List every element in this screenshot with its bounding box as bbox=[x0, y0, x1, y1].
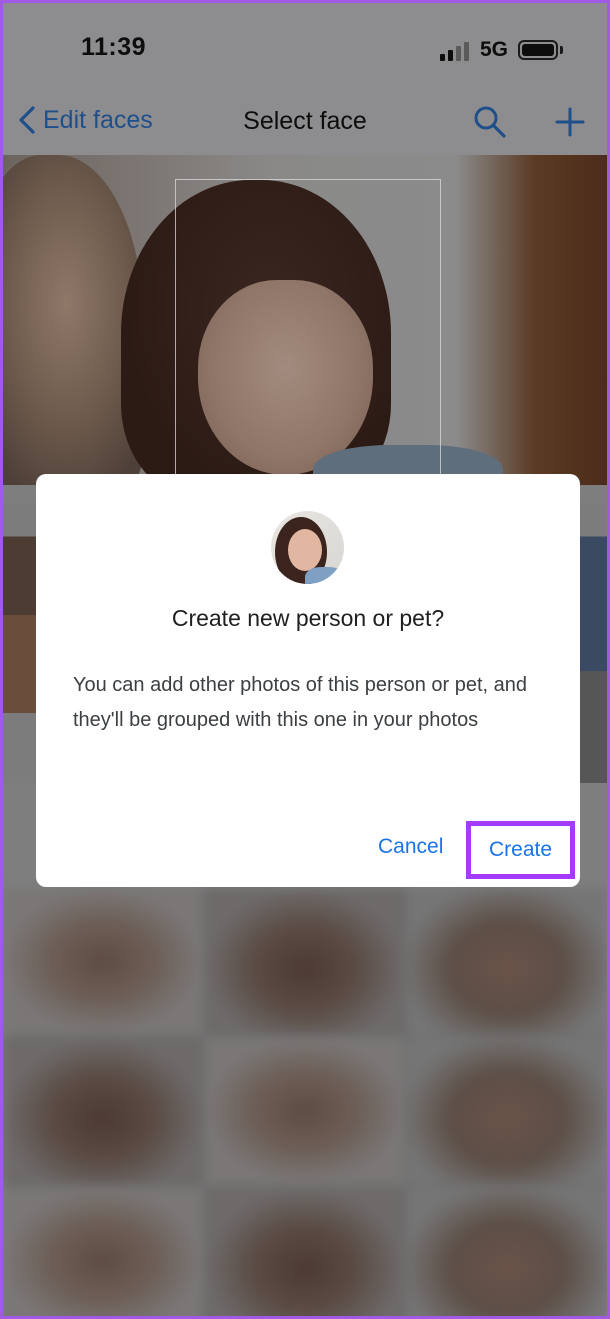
face-thumbnail[interactable] bbox=[205, 1188, 405, 1316]
dialog-title: Create new person or pet? bbox=[171, 605, 445, 631]
battery-tip bbox=[560, 46, 563, 54]
nav-bar: Edit faces Select face bbox=[3, 93, 607, 155]
avatar bbox=[271, 511, 344, 584]
face-thumbnail[interactable] bbox=[408, 1038, 607, 1184]
cancel-button[interactable]: Cancel bbox=[378, 835, 443, 859]
status-time: 11:39 bbox=[81, 33, 147, 61]
face-thumbnail[interactable] bbox=[3, 1188, 202, 1316]
plus-icon[interactable] bbox=[555, 107, 585, 137]
network-type: 5G bbox=[480, 38, 509, 61]
face-thumbnail[interactable] bbox=[408, 1188, 607, 1316]
search-icon[interactable] bbox=[473, 105, 507, 139]
face-thumbnail[interactable] bbox=[3, 888, 202, 1034]
face-thumbnail[interactable] bbox=[408, 888, 607, 1034]
face-thumbnail[interactable] bbox=[205, 1038, 405, 1184]
face-grid bbox=[3, 888, 607, 1316]
face-thumbnail[interactable] bbox=[3, 1038, 202, 1184]
create-button[interactable]: Create bbox=[466, 821, 575, 879]
selected-face-box[interactable] bbox=[175, 179, 441, 479]
dialog-body: You can add other photos of this person … bbox=[73, 674, 528, 731]
face-thumbnail[interactable] bbox=[205, 888, 405, 1034]
page-title: Select face bbox=[243, 107, 367, 135]
create-person-dialog: Create new person or pet? You can add ot… bbox=[36, 474, 580, 887]
cellular-signal-icon bbox=[440, 42, 469, 61]
app-screen: 11:39 5G Edit faces Select face Create n… bbox=[0, 0, 610, 1319]
battery-icon bbox=[518, 40, 558, 60]
status-bar: 11:39 5G bbox=[3, 3, 607, 93]
